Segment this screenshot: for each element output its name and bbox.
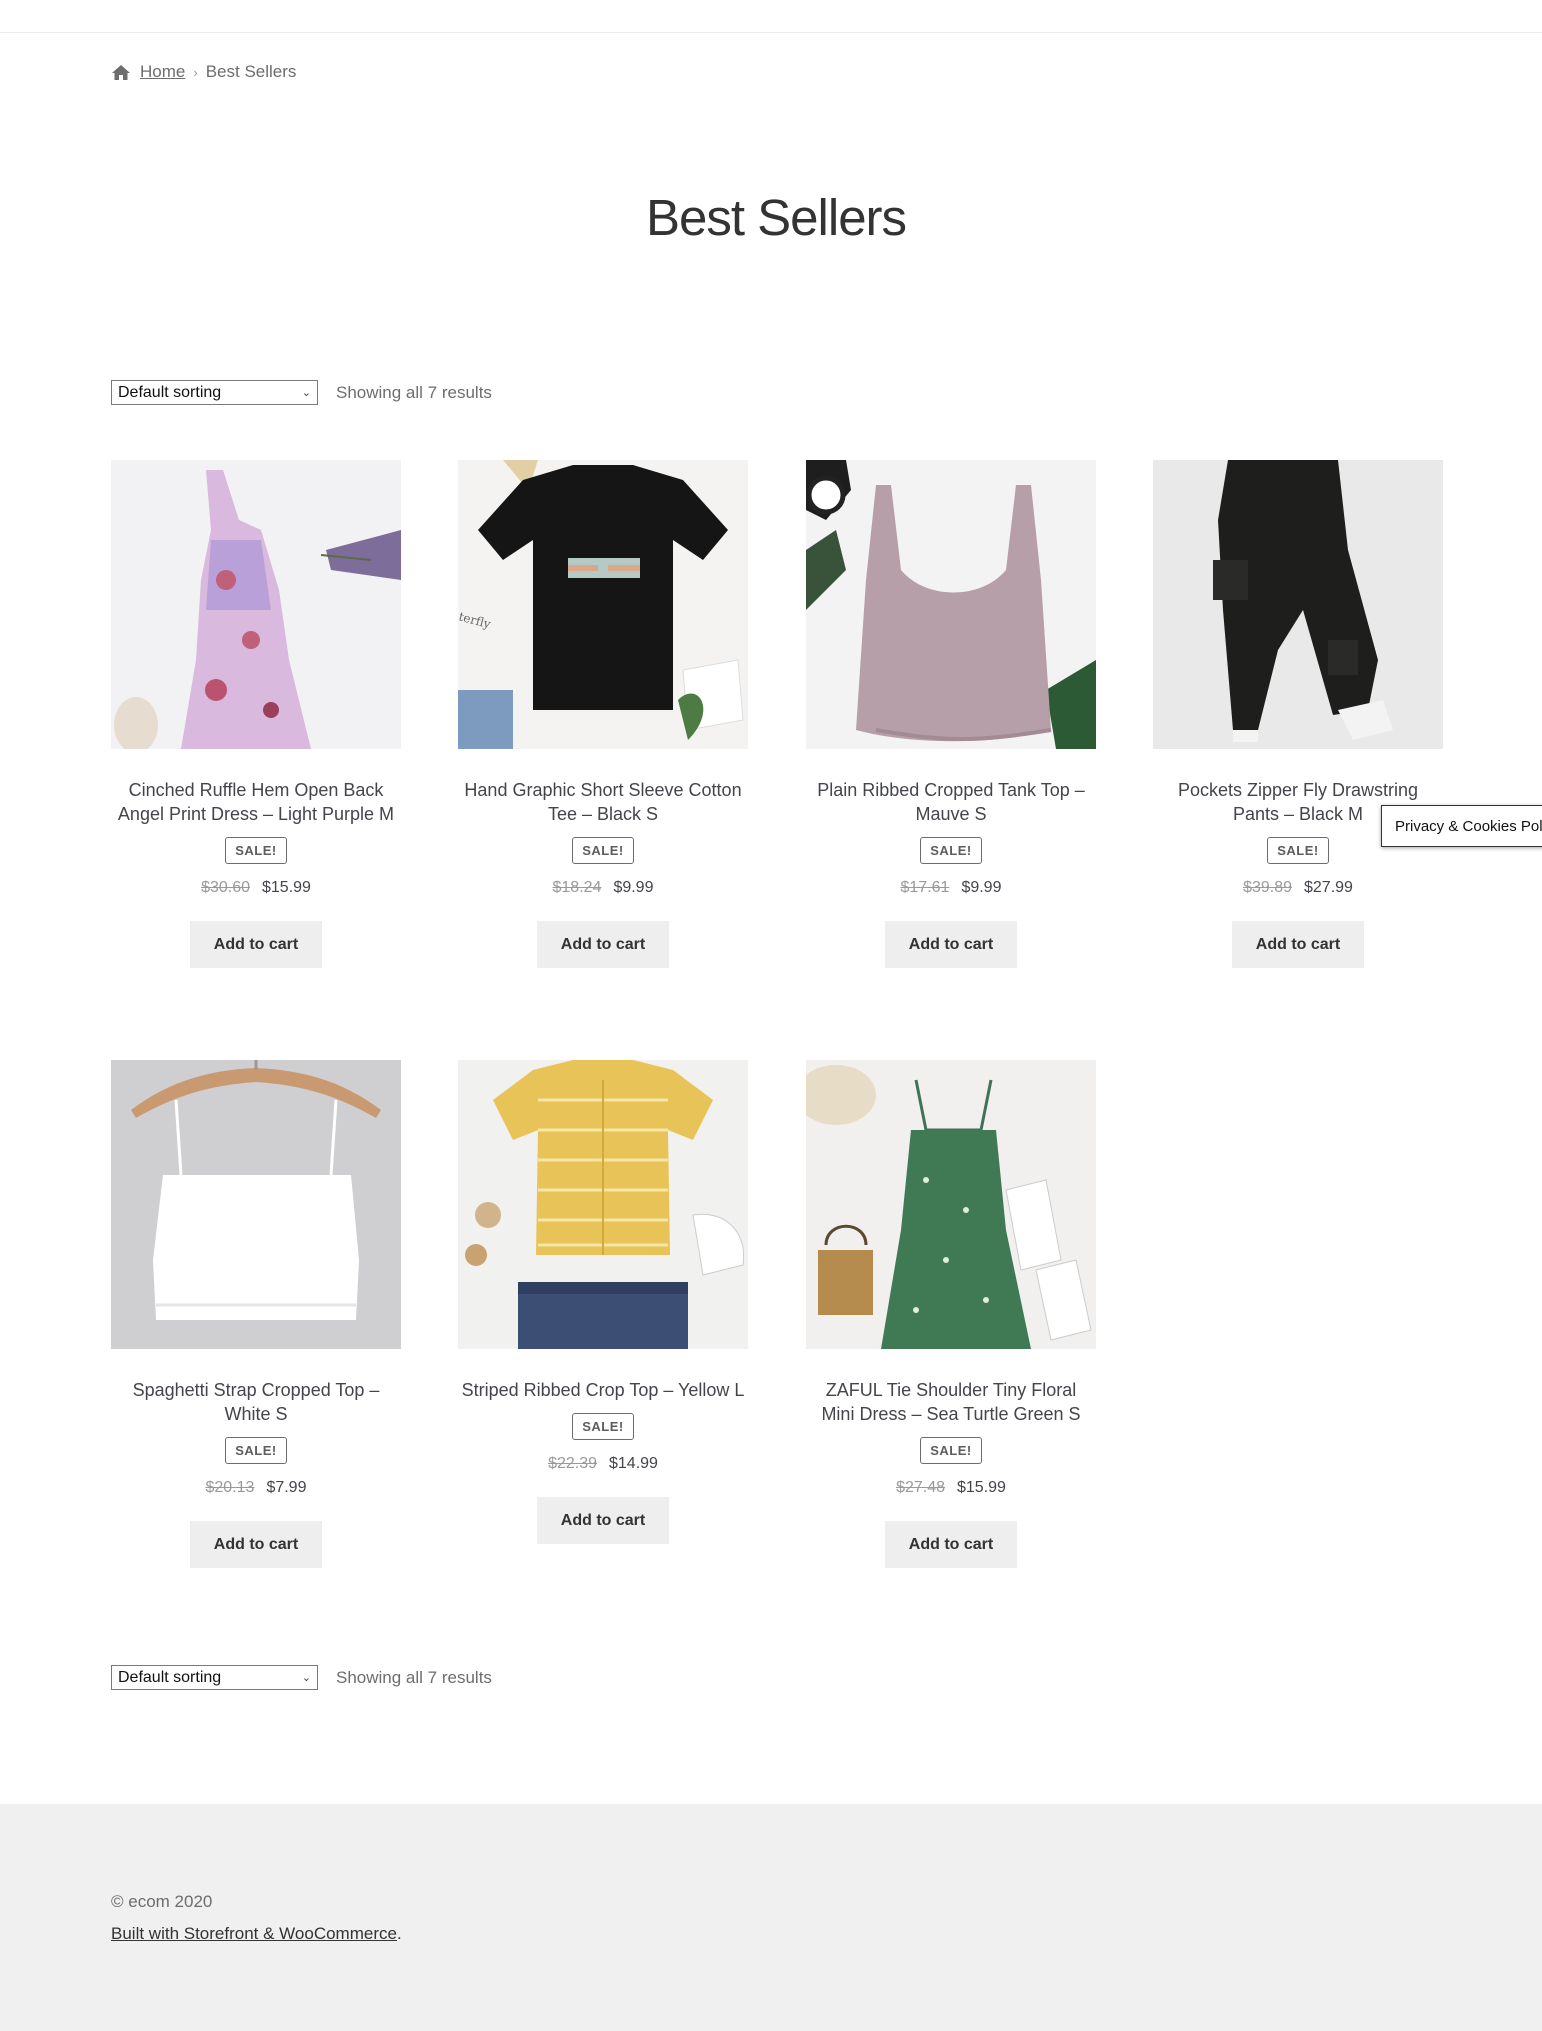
product-card: ZAFUL Tie Shoulder Tiny Floral Mini Dres…	[806, 1060, 1096, 1568]
old-price: $27.48	[896, 1479, 945, 1496]
site-footer: © ecom 2020 Built with Storefront & WooC…	[0, 1804, 1542, 2031]
product-image-floral-mini-dress[interactable]	[806, 1060, 1096, 1349]
footer-copyright: © ecom 2020	[111, 1892, 213, 1911]
breadcrumb-separator: ›	[193, 64, 198, 80]
sort-select-value: Default sorting	[118, 383, 222, 401]
chevron-down-icon: ⌄	[301, 387, 311, 399]
sort-select[interactable]: Default sorting ⌄	[111, 380, 318, 405]
result-count: Showing all 7 results	[336, 1667, 492, 1687]
product-price: $20.13 $7.99	[111, 1479, 401, 1497]
sort-select-value: Default sorting	[118, 1668, 222, 1686]
page-title: Best Sellers	[645, 189, 907, 246]
product-price: $18.24 $9.99	[458, 879, 748, 897]
product-card: Spaghetti Strap Cropped Top – White S SA…	[111, 1060, 401, 1568]
product-title[interactable]: Spaghetti Strap Cropped Top – White S	[111, 1378, 401, 1426]
product-title[interactable]: Cinched Ruffle Hem Open Back Angel Print…	[111, 778, 401, 826]
product-price: $17.61 $9.99	[806, 879, 1096, 897]
storefront-credit-link[interactable]: Built with Storefront & WooCommerce	[111, 1924, 397, 1943]
product-price: $22.39 $14.99	[458, 1455, 748, 1473]
old-price: $39.89	[1243, 879, 1292, 896]
product-image-angel-print-dress[interactable]	[111, 460, 401, 749]
sale-price: $15.99	[957, 1479, 1006, 1496]
add-to-cart-button[interactable]: Add to cart	[884, 1521, 1018, 1568]
product-title[interactable]: Plain Ribbed Cropped Tank Top – Mauve S	[806, 778, 1096, 826]
shop-toolbar-bottom: Default sorting ⌄ Showing all 7 results	[111, 1665, 492, 1690]
sale-price: $15.99	[262, 879, 311, 896]
product-price: $27.48 $15.99	[806, 1479, 1096, 1497]
sale-price: $9.99	[961, 879, 1002, 896]
product-card: Pockets Zipper Fly Drawstring Pants – Bl…	[1153, 460, 1443, 968]
old-price: $18.24	[552, 879, 602, 896]
footer-credit-suffix: .	[396, 1924, 402, 1943]
old-price: $20.13	[205, 1479, 255, 1496]
old-price: $17.61	[900, 879, 950, 896]
sale-badge: SALE!	[225, 1437, 287, 1464]
product-card: Cinched Ruffle Hem Open Back Angel Print…	[111, 460, 401, 968]
product-title[interactable]: Striped Ribbed Crop Top – Yellow L	[458, 1378, 748, 1402]
product-card: Striped Ribbed Crop Top – Yellow L SALE!…	[458, 1060, 748, 1544]
product-price: $30.60 $15.99	[111, 879, 401, 897]
sale-badge: SALE!	[1267, 837, 1329, 864]
sort-select[interactable]: Default sorting ⌄	[111, 1665, 318, 1690]
product-title[interactable]: ZAFUL Tie Shoulder Tiny Floral Mini Dres…	[806, 1378, 1096, 1426]
product-price: $39.89 $27.99	[1153, 879, 1443, 897]
home-icon	[112, 64, 130, 80]
sale-badge: SALE!	[225, 837, 287, 864]
product-title[interactable]: Hand Graphic Short Sleeve Cotton Tee – B…	[458, 778, 748, 826]
breadcrumb: Home › Best Sellers	[111, 62, 296, 82]
sale-badge: SALE!	[920, 1437, 982, 1464]
product-image-cargo-pants[interactable]	[1153, 460, 1443, 749]
chevron-down-icon: ⌄	[301, 1672, 311, 1684]
add-to-cart-button[interactable]: Add to cart	[536, 921, 670, 968]
sale-price: $14.99	[609, 1455, 658, 1472]
result-count: Showing all 7 results	[336, 382, 492, 402]
product-image-spaghetti-top[interactable]	[111, 1060, 401, 1349]
breadcrumb-home-link[interactable]: Home	[140, 62, 185, 82]
product-card: terfly Hand Graphic Short Sleeve Cotton …	[458, 460, 748, 968]
sale-badge: SALE!	[572, 1413, 634, 1440]
add-to-cart-button[interactable]: Add to cart	[1231, 921, 1365, 968]
old-price: $22.39	[548, 1455, 597, 1472]
sale-price: $9.99	[613, 879, 654, 896]
site-header-bar	[0, 0, 1542, 33]
footer-credit: Built with Storefront & WooCommerce.	[111, 1924, 402, 1944]
sale-price: $7.99	[266, 1479, 307, 1496]
product-image-graphic-tee[interactable]: terfly	[458, 460, 748, 749]
product-image-ribbed-tank[interactable]	[806, 460, 1096, 749]
add-to-cart-button[interactable]: Add to cart	[189, 921, 323, 968]
old-price: $30.60	[201, 879, 250, 896]
add-to-cart-button[interactable]: Add to cart	[536, 1497, 670, 1544]
sale-badge: SALE!	[572, 837, 634, 864]
add-to-cart-button[interactable]: Add to cart	[189, 1521, 323, 1568]
product-card: Plain Ribbed Cropped Tank Top – Mauve S …	[806, 460, 1096, 968]
breadcrumb-current: Best Sellers	[205, 62, 297, 81]
sale-price: $27.99	[1304, 879, 1353, 896]
add-to-cart-button[interactable]: Add to cart	[884, 921, 1018, 968]
privacy-cookies-tab[interactable]: Privacy & Cookies Pol	[1381, 805, 1542, 847]
shop-toolbar-top: Default sorting ⌄ Showing all 7 results	[111, 380, 492, 405]
product-image-striped-crop-top[interactable]	[458, 1060, 748, 1349]
sale-badge: SALE!	[920, 837, 982, 864]
